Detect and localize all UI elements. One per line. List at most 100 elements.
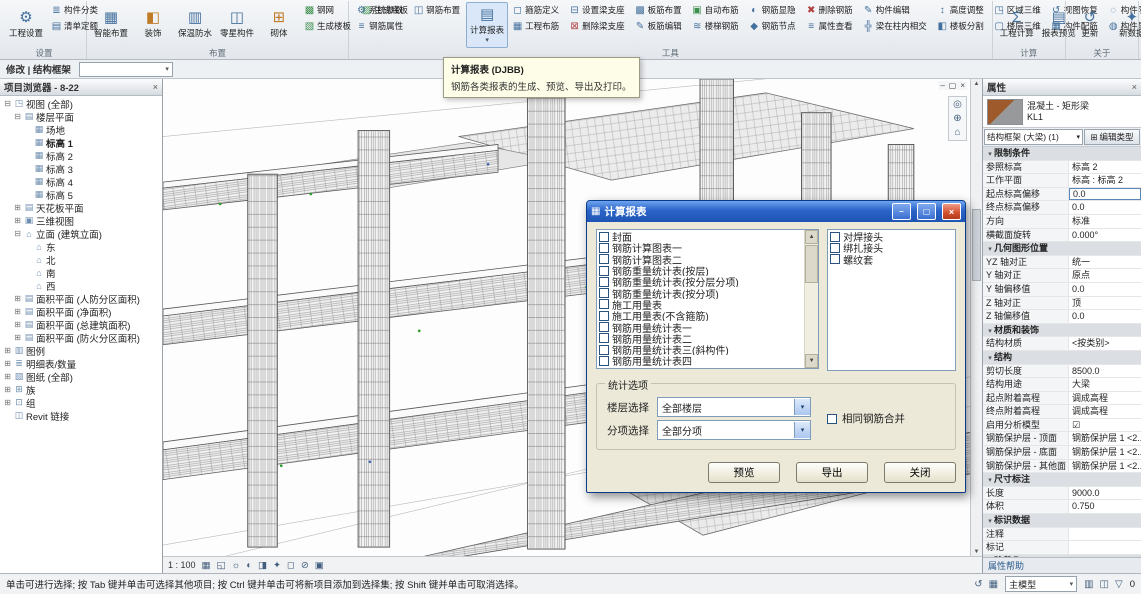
section-collapse-icon[interactable]: ▾	[986, 244, 994, 255]
window-control-icon[interactable]: ×	[960, 81, 965, 90]
tree-item[interactable]: ⌂ 北	[0, 253, 162, 266]
property-value[interactable]: 9000.0	[1069, 487, 1141, 500]
property-row[interactable]: 起点附着高程 调成高程	[983, 392, 1141, 406]
property-row[interactable]: 剪切长度 8500.0	[983, 365, 1141, 379]
ribbon-button[interactable]: ⊠ 删除梁支座	[565, 18, 631, 34]
tree-expander-icon[interactable]: ⊞	[13, 307, 22, 316]
tree-expander-icon[interactable]: ⊞	[3, 346, 12, 355]
view-control-icon[interactable]: ◐	[246, 560, 252, 571]
property-value[interactable]: 统一	[1069, 256, 1141, 269]
property-value[interactable]: 钢筋保护层 1 <2...	[1069, 460, 1141, 473]
tree-item[interactable]: ▦ 标高 2	[0, 149, 162, 162]
property-row[interactable]: 结构用途 大梁	[983, 378, 1141, 392]
tree-item[interactable]: ▦ 场地	[0, 123, 162, 136]
tree-item[interactable]: ⊟ ◳ 视图 (全部)	[0, 97, 162, 110]
view-control-icon[interactable]: ▣	[315, 560, 324, 571]
property-row[interactable]: ▾限制条件	[983, 147, 1141, 161]
list-scrollbar[interactable]: ▲ ▼	[804, 230, 818, 368]
tree-item[interactable]: ▦ 标高 3	[0, 162, 162, 175]
property-value[interactable]	[1069, 541, 1141, 554]
checkbox[interactable]	[599, 356, 609, 366]
property-value[interactable]: 钢筋保护层 1 <2...	[1069, 432, 1141, 445]
report-list-item[interactable]: 钢筋计算图表二	[599, 254, 802, 265]
property-row[interactable]: 体积 0.750	[983, 500, 1141, 514]
property-row[interactable]: 起点标高偏移 0.0	[983, 188, 1141, 202]
close-button[interactable]: ×	[942, 203, 961, 220]
tree-expander-icon[interactable]: ⊞	[3, 385, 12, 394]
checkbox[interactable]	[599, 243, 609, 253]
section-collapse-icon[interactable]: ▾	[986, 516, 994, 527]
property-row[interactable]: ▾几何图形位置	[983, 242, 1141, 256]
checkbox[interactable]	[599, 311, 609, 321]
property-row[interactable]: 启用分析模型 ☑	[983, 419, 1141, 433]
scrollbar-thumb[interactable]	[972, 209, 981, 281]
chevron-down-icon[interactable]: ▾	[794, 399, 810, 415]
property-value[interactable]: 大梁	[1069, 378, 1141, 391]
ribbon-button[interactable]: ⊟ 设置梁支座	[565, 2, 631, 18]
property-row[interactable]: 结构材质 <按类别>	[983, 337, 1141, 351]
floor-select[interactable]: 全部楼层 ▾	[657, 397, 811, 417]
view-control-icon[interactable]: ◱	[217, 560, 226, 571]
tree-expander-icon[interactable]: ⊞	[13, 216, 22, 225]
checkbox[interactable]	[599, 254, 609, 264]
tree-item[interactable]: ▦ 标高 4	[0, 175, 162, 188]
view-control-icon[interactable]: ⊘	[301, 560, 309, 571]
ribbon-button[interactable]: ◐ 钢筋显隐	[745, 2, 802, 18]
property-value[interactable]: 0.0	[1069, 310, 1141, 323]
report-list-item[interactable]: 钢筋用量统计表三(斜构件)	[599, 344, 802, 355]
property-row[interactable]: ▾材质和装饰	[983, 324, 1141, 338]
scrollbar-thumb[interactable]	[805, 245, 818, 283]
property-value[interactable]: <按类别>	[1069, 337, 1141, 350]
ribbon-button[interactable]: ▦ 智能布置	[90, 2, 132, 48]
checkbox[interactable]	[599, 232, 609, 242]
tree-item[interactable]: ⊞ ▥ 图例	[0, 344, 162, 357]
property-row[interactable]: Z 轴偏移值 0.0	[983, 310, 1141, 324]
checkbox[interactable]	[599, 299, 609, 309]
property-row[interactable]: ▾标识数据	[983, 514, 1141, 528]
export-button[interactable]: 导出	[796, 462, 868, 483]
report-list-item[interactable]: 钢筋重量统计表(按层)	[599, 265, 802, 276]
options-combo[interactable]: ▾	[79, 62, 173, 77]
tree-item[interactable]: ⊞ ▣ 三维视图	[0, 214, 162, 227]
property-row[interactable]: 标记	[983, 541, 1141, 555]
property-value[interactable]: 8500.0	[1069, 365, 1141, 378]
report-list-item[interactable]: 施工用量表	[599, 299, 802, 310]
tree-item[interactable]: ⊞ ▧ 图纸 (全部)	[0, 370, 162, 383]
status-icon[interactable]: ◫	[1100, 579, 1109, 590]
tree-item[interactable]: ▦ 标高 5	[0, 188, 162, 201]
ribbon-button[interactable]: ▩ 板筋布置	[631, 2, 688, 18]
navigation-icon[interactable]: ◎	[953, 99, 962, 110]
property-value[interactable]: 钢筋保护层 1 <2...	[1069, 446, 1141, 459]
property-value[interactable]: 0.750	[1069, 500, 1141, 513]
window-control-icon[interactable]: ▢	[949, 81, 957, 90]
ribbon-button[interactable]: ✖ 删除钢筋	[802, 2, 859, 18]
tree-expander-icon[interactable]: ⊟	[13, 229, 22, 238]
report-list-item[interactable]: 钢筋计算图表一	[599, 242, 802, 253]
property-row[interactable]: 长度 9000.0	[983, 487, 1141, 501]
type-selector[interactable]: 结构框架 (大梁) (1) ▾	[984, 129, 1083, 145]
property-row[interactable]: 参照标高 标高 2	[983, 161, 1141, 175]
property-row[interactable]: Z 轴对正 顶	[983, 297, 1141, 311]
checkbox[interactable]	[599, 345, 609, 355]
close-icon[interactable]: ×	[153, 82, 158, 92]
property-row[interactable]: ▾结构	[983, 351, 1141, 365]
ribbon-button[interactable]: ⚙ 系统参数	[352, 2, 409, 18]
property-row[interactable]: 终点标高偏移 0.0	[983, 201, 1141, 215]
ribbon-button[interactable]: ⚙ 工程设置	[5, 2, 47, 48]
checkbox[interactable]	[599, 277, 609, 287]
tree-item[interactable]: ⌂ 南	[0, 266, 162, 279]
property-value[interactable]: 0.000°	[1069, 229, 1141, 242]
joint-list-item[interactable]: 对焊接头	[830, 231, 953, 242]
ribbon-button[interactable]: ✎ 板筋编辑	[631, 18, 688, 34]
property-row[interactable]: 横截面旋转 0.000°	[983, 229, 1141, 243]
tree-item[interactable]: ⊞ ▤ 面积平面 (净面积)	[0, 305, 162, 318]
navigation-icon[interactable]: ⌂	[954, 127, 960, 138]
report-list-item[interactable]: 封面	[599, 231, 802, 242]
report-list-item[interactable]: 钢筋用量统计表四	[599, 355, 802, 366]
section-collapse-icon[interactable]: ▾	[986, 353, 994, 364]
ribbon-button[interactable]: ↺ 更新	[1069, 2, 1111, 48]
ribbon-button[interactable]: ✦ 新数据	[1111, 2, 1141, 48]
tree-item[interactable]: ⊞ ▤ 面积平面 (总建筑面积)	[0, 318, 162, 331]
view-control-icon[interactable]: ✦	[273, 560, 281, 571]
property-row[interactable]: 钢筋保护层 - 其他面 钢筋保护层 1 <2...	[983, 460, 1141, 474]
